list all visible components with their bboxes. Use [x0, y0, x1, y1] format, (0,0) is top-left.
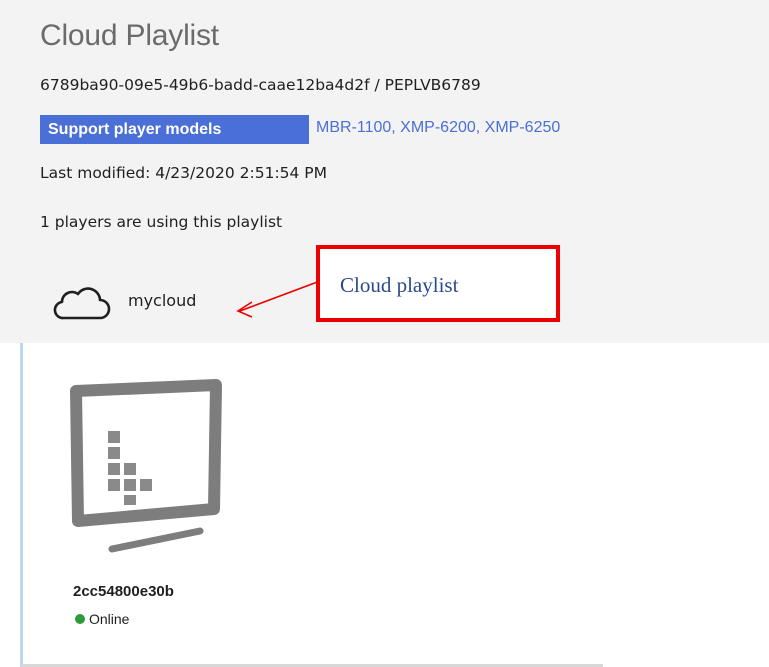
- last-modified-text: Last modified: 4/23/2020 2:51:54 PM: [40, 164, 328, 182]
- cloud-name: mycloud: [128, 291, 197, 310]
- page-title: Cloud Playlist: [40, 19, 219, 52]
- annotation-arrow: [236, 280, 321, 318]
- players-using-text: 1 players are using this playlist: [40, 213, 283, 231]
- player-status: Online: [89, 611, 130, 627]
- support-models-badge: Support player models: [40, 115, 309, 144]
- annotation-callout: Cloud playlist: [316, 245, 560, 322]
- player-id: 2cc54800e30b: [73, 583, 174, 600]
- playlist-id-line: 6789ba90-09e5-49b6-badd-caae12ba4d2f / P…: [40, 76, 481, 94]
- player-tile[interactable]: 2cc54800e30b Online: [20, 343, 603, 667]
- cloud-icon: [53, 287, 111, 320]
- callout-label: Cloud playlist: [340, 273, 459, 297]
- supported-models-list[interactable]: MBR-1100, XMP-6200, XMP-6250: [316, 119, 560, 137]
- status-online-icon: [75, 614, 85, 624]
- tv-monitor-icon: [70, 379, 222, 553]
